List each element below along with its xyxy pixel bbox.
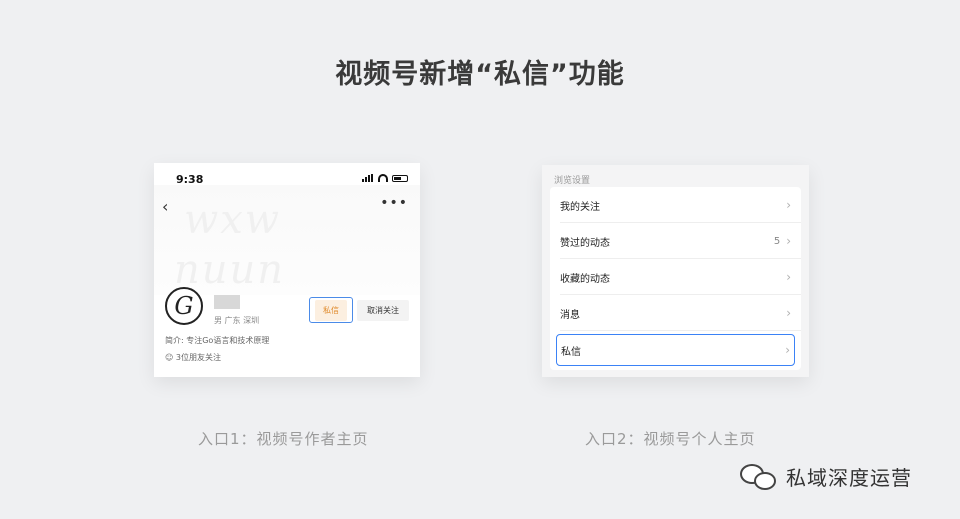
signal-icon [362,174,374,182]
more-icon[interactable]: ••• [380,195,408,211]
list-item-favorites[interactable]: 收藏的动态 › [550,259,801,295]
avatar[interactable]: G [165,287,203,325]
list-item-label: 消息 [560,309,580,321]
bio-text: 简介: 专注Go语言和技术原理 [165,336,270,345]
person-icon: ☺ [165,353,174,362]
blurred-username [214,295,240,309]
list-item-label: 收藏的动态 [560,273,610,285]
personal-page-screenshot: 浏览设置 我的关注 › 赞过的动态 5 › 收藏的动态 › 消息 › 私信 › [542,165,809,377]
list-item-private-message[interactable]: 私信 › [556,334,795,366]
list-item-label: 我的关注 [560,201,600,213]
brand-watermark: 私域深度运营 [738,460,912,492]
chevron-right-icon: › [786,306,791,320]
settings-list: 我的关注 › 赞过的动态 5 › 收藏的动态 › 消息 › 私信 › [550,187,801,370]
liked-count: 5 [773,235,781,247]
wechat-icon [738,460,778,492]
list-item-liked[interactable]: 赞过的动态 5 › [550,223,801,259]
back-arrow-icon[interactable]: ‹ [162,197,168,216]
caption-entry-1: 入口1：视频号作者主页 [198,430,369,448]
chevron-right-icon: › [786,198,791,212]
caption-entry-2: 入口2：视频号个人主页 [585,430,756,448]
unfollow-button[interactable]: 取消关注 [357,300,409,321]
brand-name: 私域深度运营 [786,465,912,490]
chevron-right-icon: › [786,270,791,284]
gender-location: 男 广东 深圳 [214,316,260,325]
status-icons [362,174,408,182]
status-time: 9:38 [176,173,204,186]
list-item-messages[interactable]: 消息 › [550,295,801,331]
private-message-label: 私信 [315,299,347,321]
friends-following: ☺ 3位朋友关注 [165,352,221,363]
section-header: 浏览设置 [554,176,591,186]
list-item-following[interactable]: 我的关注 › [550,187,801,223]
page-title: 视频号新增“私信”功能 [335,59,625,90]
wifi-icon [378,174,388,182]
list-item-label: 赞过的动态 [560,237,610,249]
friends-label: 3位朋友关注 [175,353,221,362]
chevron-right-icon: › [786,234,791,248]
battery-icon [392,174,408,182]
list-item-label: 私信 [561,346,581,358]
chevron-right-icon: › [785,343,790,357]
author-profile-screenshot: wxw nuun 9:38 ‹ ••• G 男 广东 深圳 私信 取消关注 简介… [154,163,420,377]
private-message-button[interactable]: 私信 [309,297,353,323]
